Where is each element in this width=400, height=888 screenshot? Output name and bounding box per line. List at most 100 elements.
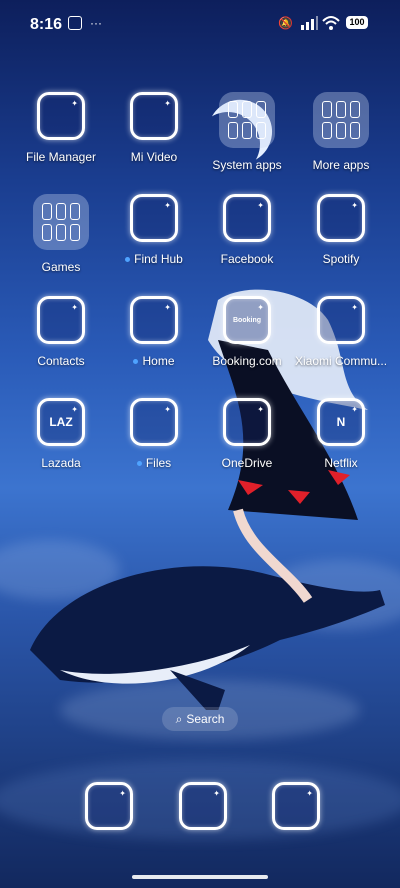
- notification-icon: [68, 16, 82, 30]
- sparkle-icon: ✦: [351, 201, 358, 210]
- netflix-icon: ✦ N: [317, 398, 365, 446]
- mini-app-icon: [350, 101, 360, 118]
- app-contacts[interactable]: ✦ Contacts: [15, 296, 107, 368]
- sparkle-icon: ✦: [213, 789, 220, 798]
- app-label: Lazada: [15, 456, 107, 470]
- mini-app-icon: [242, 122, 252, 139]
- mini-app-icon: [322, 101, 332, 118]
- xiaomi-community-icon: ✦: [317, 296, 365, 344]
- sparkle-icon: ✦: [71, 303, 78, 312]
- security-icon: ✦: [85, 782, 133, 830]
- app-label-text: Xiaomi Commu...: [295, 354, 388, 368]
- mini-app-icon: [42, 224, 52, 241]
- app-spotify[interactable]: ✦ Spotify: [295, 194, 387, 266]
- mini-app-icon: [56, 224, 66, 241]
- icon-glyph-text: Booking: [233, 316, 261, 324]
- home-indicator[interactable]: [132, 875, 268, 879]
- app-more-apps[interactable]: More apps: [295, 92, 387, 172]
- mini-app-icon: [242, 101, 252, 118]
- app-label-text: Contacts: [37, 354, 85, 368]
- app-mi-video[interactable]: ✦ Mi Video: [108, 92, 200, 164]
- app-find-hub[interactable]: ✦ Find Hub: [108, 194, 200, 266]
- sparkle-icon: ✦: [164, 303, 171, 312]
- new-app-dot: [136, 461, 142, 467]
- dock-app[interactable]: ✦: [63, 782, 155, 830]
- mini-app-icon: [336, 101, 346, 118]
- app-system-apps[interactable]: System apps: [201, 92, 293, 172]
- app-home[interactable]: ✦ Home: [108, 296, 200, 368]
- mini-app-icon: [228, 101, 238, 118]
- mini-app-icon: [42, 203, 52, 220]
- app-label: Find Hub: [108, 252, 200, 266]
- app-xiaomi-commu[interactable]: ✦ Xiaomi Commu...: [295, 296, 387, 368]
- app-label-text: Games: [41, 260, 81, 274]
- folder-icon: ✦: [37, 92, 85, 140]
- icon-glyph-text: N: [336, 415, 346, 429]
- wifi-icon: [322, 16, 340, 30]
- app-label-text: Netflix: [324, 456, 358, 470]
- app-label: Netflix: [295, 456, 387, 470]
- browser-icon: ✦: [272, 782, 320, 830]
- sparkle-icon: ✦: [71, 99, 78, 108]
- sparkle-icon: ✦: [257, 303, 264, 312]
- app-label: Contacts: [15, 354, 107, 368]
- app-booking-com[interactable]: ✦ Booking Booking.com: [201, 296, 293, 368]
- search-label: Search: [186, 712, 225, 726]
- app-label: System apps: [201, 158, 293, 172]
- search-icon: ⌕: [175, 711, 183, 726]
- sparkle-icon: ✦: [351, 405, 358, 414]
- app-games[interactable]: Games: [15, 194, 107, 274]
- mini-app-icon: [256, 101, 266, 118]
- more-notifications-icon: ···: [90, 16, 102, 30]
- folder-grid-icon: [33, 194, 89, 250]
- app-lazada[interactable]: ✦ LAZ Lazada: [15, 398, 107, 470]
- app-label: Home: [108, 354, 200, 368]
- signal-icon: [301, 16, 318, 30]
- app-netflix[interactable]: ✦ N Netflix: [295, 398, 387, 470]
- dock-app[interactable]: ✦: [250, 782, 342, 830]
- app-label-text: Home: [142, 354, 175, 368]
- app-facebook[interactable]: ✦ Facebook: [201, 194, 293, 266]
- app-file-manager[interactable]: ✦ File Manager: [15, 92, 107, 164]
- status-time: 8:16: [30, 16, 63, 33]
- search-button[interactable]: ⌕ Search: [162, 707, 238, 731]
- app-label-text: Facebook: [220, 252, 274, 266]
- sparkle-icon: ✦: [257, 405, 264, 414]
- app-label-text: OneDrive: [221, 456, 273, 470]
- folder-grid-icon: [313, 92, 369, 148]
- mini-app-icon: [350, 122, 360, 139]
- sparkle-icon: ✦: [164, 99, 171, 108]
- app-onedrive[interactable]: ✦ OneDrive: [201, 398, 293, 470]
- app-label: Booking.com: [201, 354, 293, 368]
- app-label: File Manager: [15, 150, 107, 164]
- mini-app-icon: [336, 122, 346, 139]
- app-label: Facebook: [201, 252, 293, 266]
- onedrive-icon: ✦: [223, 398, 271, 446]
- new-app-dot: [125, 257, 131, 263]
- find-hub-icon: ✦: [130, 194, 178, 242]
- sparkle-icon: ✦: [306, 789, 313, 798]
- app-label: OneDrive: [201, 456, 293, 470]
- dock-app[interactable]: ✦: [157, 782, 249, 830]
- app-label-text: Files: [145, 456, 172, 470]
- home-icon: ✦: [130, 296, 178, 344]
- mini-app-icon: [70, 203, 80, 220]
- app-label: Mi Video: [108, 150, 200, 164]
- app-label: More apps: [295, 158, 387, 172]
- files-icon: ✦: [130, 398, 178, 446]
- sparkle-icon: ✦: [71, 405, 78, 414]
- app-files[interactable]: ✦ Files: [108, 398, 200, 470]
- facebook-icon: ✦: [223, 194, 271, 242]
- folder-grid-icon: [219, 92, 275, 148]
- battery-level: 100: [349, 17, 365, 27]
- messages-icon: ✦: [179, 782, 227, 830]
- app-label-text: Mi Video: [130, 150, 178, 164]
- app-label-text: More apps: [312, 158, 370, 172]
- app-label-text: System apps: [212, 158, 282, 172]
- icon-glyph-text: LAZ: [49, 415, 73, 429]
- app-label: Files: [108, 456, 200, 470]
- video-icon: ✦: [130, 92, 178, 140]
- sparkle-icon: ✦: [164, 201, 171, 210]
- app-label-text: Find Hub: [134, 252, 183, 266]
- app-label: Spotify: [295, 252, 387, 266]
